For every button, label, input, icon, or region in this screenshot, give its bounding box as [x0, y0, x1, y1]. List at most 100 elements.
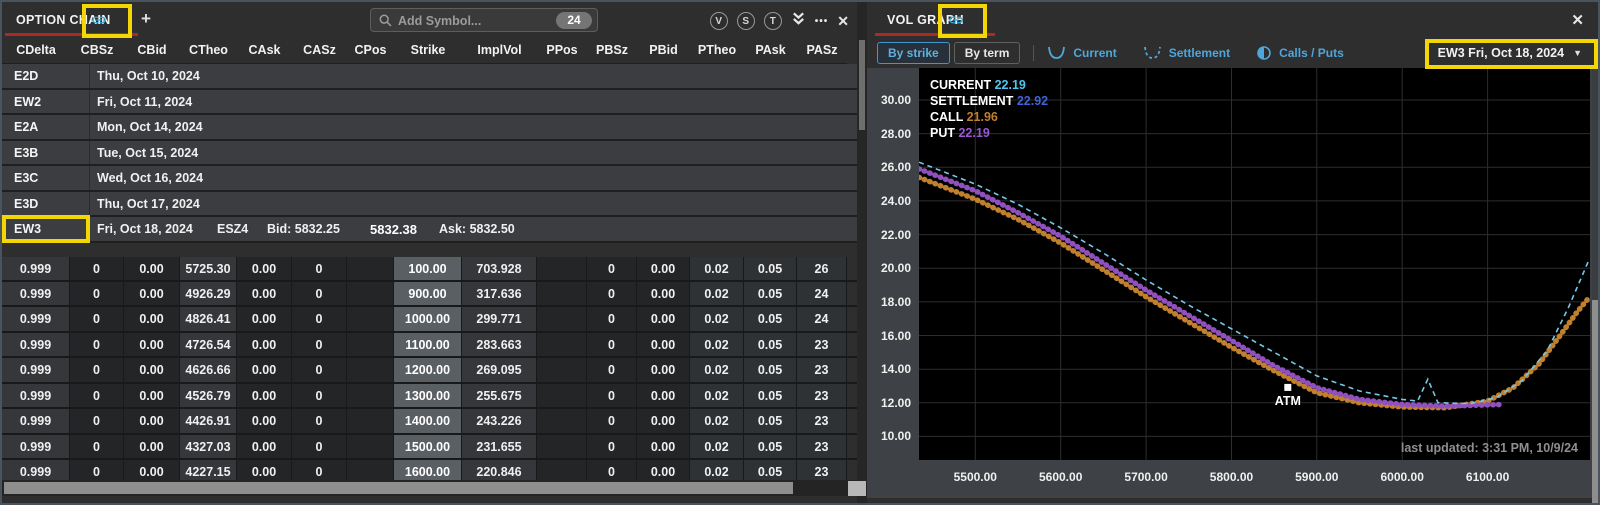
cell-implvol[interactable]: 231.655 — [462, 435, 537, 458]
cell-pbid[interactable]: 0.00 — [637, 333, 690, 356]
cell-cbid[interactable]: 0.00 — [124, 435, 180, 458]
cell-ctheo[interactable]: 4726.54 — [180, 333, 237, 356]
cell-pask[interactable]: 0.05 — [744, 435, 797, 458]
cell-strike[interactable]: 1400.00 — [394, 409, 462, 432]
cell-casz[interactable]: 0 — [292, 307, 347, 330]
column-header-implvol[interactable]: ImplVol — [462, 38, 537, 63]
cell-cask[interactable]: 0.00 — [237, 358, 292, 381]
expiration-code[interactable]: E3D — [2, 192, 90, 216]
cell-cdelta[interactable]: 0.999 — [2, 333, 70, 356]
cell-cask[interactable]: 0.00 — [237, 384, 292, 407]
cell-ppos[interactable] — [537, 460, 587, 480]
cell-cbsz[interactable]: 0 — [70, 460, 124, 480]
cell-cdelta[interactable]: 0.999 — [2, 435, 70, 458]
s-circle-icon[interactable]: S — [737, 12, 755, 30]
cell-pbsz[interactable]: 0 — [587, 307, 637, 330]
cell-cpos[interactable] — [347, 460, 394, 480]
link-icon[interactable] — [947, 12, 965, 28]
column-header-cask[interactable]: CAsk — [237, 38, 292, 63]
expiration-row-ew3[interactable]: EW3Fri, Oct 18, 2024ESZ4Bid: 5832.255832… — [2, 217, 857, 243]
vertical-scrollbar-thumb[interactable] — [859, 40, 865, 130]
cell-implvol[interactable]: 299.771 — [462, 307, 537, 330]
cell-pbid[interactable]: 0.00 — [637, 460, 690, 480]
cell-pask[interactable]: 0.05 — [744, 257, 797, 280]
cell-cdelta[interactable]: 0.999 — [2, 307, 70, 330]
cell-ctheo[interactable]: 5725.30 — [180, 257, 237, 280]
cell-pasz[interactable]: 24 — [797, 282, 847, 305]
cell-casz[interactable]: 0 — [292, 460, 347, 480]
expiration-row-e3d[interactable]: E3DThu, Oct 17, 2024 — [2, 192, 857, 218]
cell-cask[interactable]: 0.00 — [237, 282, 292, 305]
by-strike-button[interactable]: By strike — [877, 42, 950, 64]
cell-strike[interactable]: 900.00 — [394, 282, 462, 305]
column-header-pasz[interactable]: PASz — [797, 38, 847, 63]
column-header-cbsz[interactable]: CBSz — [70, 38, 124, 63]
expiration-code[interactable]: EW3 — [2, 217, 90, 241]
cell-pasz[interactable]: 23 — [797, 460, 847, 480]
column-header-pbid[interactable]: PBid — [637, 38, 690, 63]
cell-casz[interactable]: 0 — [292, 435, 347, 458]
cell-ppos[interactable] — [537, 358, 587, 381]
cell-pasz[interactable]: 23 — [797, 409, 847, 432]
cell-pbsz[interactable]: 0 — [587, 384, 637, 407]
cell-cbid[interactable]: 0.00 — [124, 257, 180, 280]
cell-casz[interactable]: 0 — [292, 384, 347, 407]
cell-ppos[interactable] — [537, 282, 587, 305]
cell-pask[interactable]: 0.05 — [744, 409, 797, 432]
cell-cpos[interactable] — [347, 333, 394, 356]
cell-ctheo[interactable]: 4227.15 — [180, 460, 237, 480]
cell-ptheo[interactable]: 0.02 — [690, 384, 744, 407]
cell-cpos[interactable] — [347, 257, 394, 280]
cell-strike[interactable]: 1300.00 — [394, 384, 462, 407]
cell-ppos[interactable] — [537, 435, 587, 458]
cell-cask[interactable]: 0.00 — [237, 435, 292, 458]
cell-cpos[interactable] — [347, 282, 394, 305]
link-icon[interactable] — [90, 12, 108, 28]
cell-cdelta[interactable]: 0.999 — [2, 282, 70, 305]
column-header-strike[interactable]: Strike — [394, 38, 462, 63]
expiration-row-e2d[interactable]: E2DThu, Oct 10, 2024 — [2, 64, 857, 90]
cell-cpos[interactable] — [347, 435, 394, 458]
cell-strike[interactable]: 1200.00 — [394, 358, 462, 381]
cell-ctheo[interactable]: 4926.29 — [180, 282, 237, 305]
cell-cdelta[interactable]: 0.999 — [2, 409, 70, 432]
column-header-pbsz[interactable]: PBSz — [587, 38, 637, 63]
column-header-ptheo[interactable]: PTheo — [690, 38, 744, 63]
cell-cbsz[interactable]: 0 — [70, 435, 124, 458]
cell-casz[interactable]: 0 — [292, 409, 347, 432]
cell-pask[interactable]: 0.05 — [744, 333, 797, 356]
expiration-row-e2a[interactable]: E2AMon, Oct 14, 2024 — [2, 115, 857, 141]
add-symbol-search[interactable]: Add Symbol... 24 — [370, 8, 598, 32]
cell-ptheo[interactable]: 0.02 — [690, 333, 744, 356]
cell-pbid[interactable]: 0.00 — [637, 409, 690, 432]
expiration-code[interactable]: EW2 — [2, 90, 90, 114]
cell-ptheo[interactable]: 0.02 — [690, 257, 744, 280]
column-header-cbid[interactable]: CBid — [124, 38, 180, 63]
cell-pbid[interactable]: 0.00 — [637, 307, 690, 330]
cell-pask[interactable]: 0.05 — [744, 307, 797, 330]
cell-casz[interactable]: 0 — [292, 333, 347, 356]
cell-strike[interactable]: 1500.00 — [394, 435, 462, 458]
cell-ptheo[interactable]: 0.02 — [690, 307, 744, 330]
current-toggle[interactable]: Current — [1047, 46, 1116, 60]
cell-ctheo[interactable]: 4426.91 — [180, 409, 237, 432]
close-icon[interactable]: ✕ — [1571, 11, 1584, 29]
vol-graph-scrollbar-thumb[interactable] — [1592, 300, 1598, 503]
cell-pasz[interactable]: 23 — [797, 333, 847, 356]
cell-ptheo[interactable]: 0.02 — [690, 282, 744, 305]
cell-cpos[interactable] — [347, 358, 394, 381]
vol-graph-scrollbar[interactable] — [1592, 68, 1598, 503]
cell-ppos[interactable] — [537, 409, 587, 432]
cell-pbid[interactable]: 0.00 — [637, 358, 690, 381]
cell-pask[interactable]: 0.05 — [744, 282, 797, 305]
cell-casz[interactable]: 0 — [292, 358, 347, 381]
cell-implvol[interactable]: 317.636 — [462, 282, 537, 305]
cell-cbid[interactable]: 0.00 — [124, 384, 180, 407]
cell-cpos[interactable] — [347, 384, 394, 407]
cell-cbid[interactable]: 0.00 — [124, 333, 180, 356]
cell-pbsz[interactable]: 0 — [587, 409, 637, 432]
cell-cpos[interactable] — [347, 307, 394, 330]
cell-pasz[interactable]: 26 — [797, 257, 847, 280]
by-term-button[interactable]: By term — [954, 42, 1021, 64]
cell-pasz[interactable]: 23 — [797, 358, 847, 381]
